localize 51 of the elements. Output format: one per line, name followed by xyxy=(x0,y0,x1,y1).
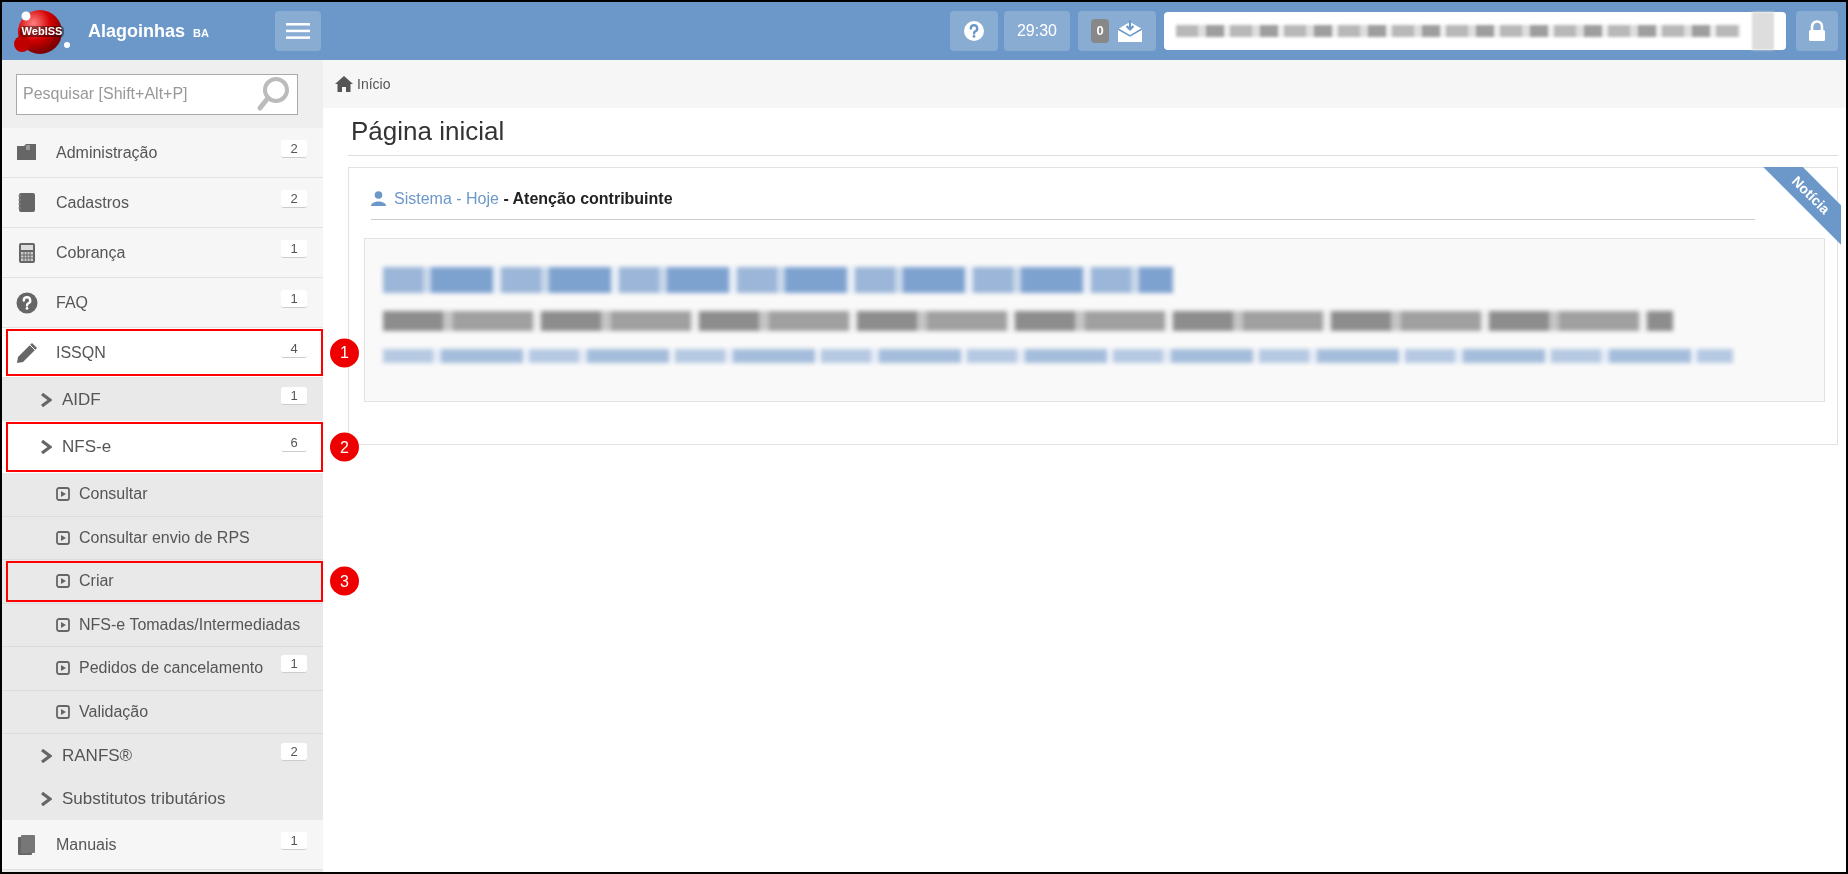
notebook-icon xyxy=(16,191,38,214)
menu-item[interactable]: Administração 2 xyxy=(2,128,323,178)
count-badge: 1 xyxy=(281,386,307,405)
pencil-icon xyxy=(16,341,38,364)
count-badge: 1 xyxy=(281,289,307,308)
notice-title: - Atenção contribuinte xyxy=(503,189,673,207)
breadcrumb-link[interactable]: Início xyxy=(357,73,391,95)
play-icon xyxy=(56,574,70,589)
count-badge: 2 xyxy=(281,742,307,761)
menu-item[interactable]: FAQ 1 xyxy=(2,278,323,328)
count-badge: 1 xyxy=(281,239,307,258)
play-icon xyxy=(56,487,70,502)
count-badge: 2 xyxy=(281,189,307,208)
count-badge: 2 xyxy=(281,139,307,158)
count-badge: 1 xyxy=(281,655,307,674)
play-icon xyxy=(56,617,70,632)
lock-button[interactable] xyxy=(1796,11,1838,51)
company-select[interactable] xyxy=(1164,12,1786,50)
callout-number: 3 xyxy=(330,566,359,596)
city-name: Alagoinhas xyxy=(88,19,185,43)
home-icon xyxy=(335,76,353,92)
menu-item[interactable]: Manuais 1 xyxy=(2,820,323,870)
chevron-right-icon xyxy=(40,392,52,407)
book-icon xyxy=(16,833,38,856)
help-button[interactable] xyxy=(950,11,998,51)
messages-button[interactable]: 0 xyxy=(1078,11,1156,51)
page-title: Página inicial xyxy=(350,115,505,148)
menu-item[interactable]: Cobrança 1 xyxy=(2,228,323,278)
logo-text: WebISS xyxy=(19,25,65,37)
callout-number: 2 xyxy=(330,432,359,462)
play-icon xyxy=(56,704,70,719)
search-icon xyxy=(256,75,290,112)
menu-item[interactable]: Cadastros 2 xyxy=(2,178,323,228)
count-badge: 1 xyxy=(281,831,307,850)
envelope-icon xyxy=(1116,19,1143,43)
chevron-right-icon xyxy=(40,748,52,763)
message-count: 0 xyxy=(1091,19,1109,43)
menu-icon xyxy=(285,22,310,40)
state-code: BA xyxy=(193,25,209,41)
help-icon xyxy=(963,20,985,42)
callout-number: 1 xyxy=(330,338,359,367)
search-field[interactable]: Pesquisar [Shift+Alt+P] xyxy=(16,73,298,115)
menu-button[interactable] xyxy=(274,11,321,51)
play-icon xyxy=(56,530,70,545)
chevron-right-icon xyxy=(40,791,52,806)
lock-icon xyxy=(1808,20,1826,42)
play-icon xyxy=(56,661,70,676)
user-icon xyxy=(371,191,386,206)
chevron-right-icon xyxy=(40,440,52,454)
help-icon xyxy=(16,291,38,314)
calculator-icon xyxy=(16,241,38,264)
